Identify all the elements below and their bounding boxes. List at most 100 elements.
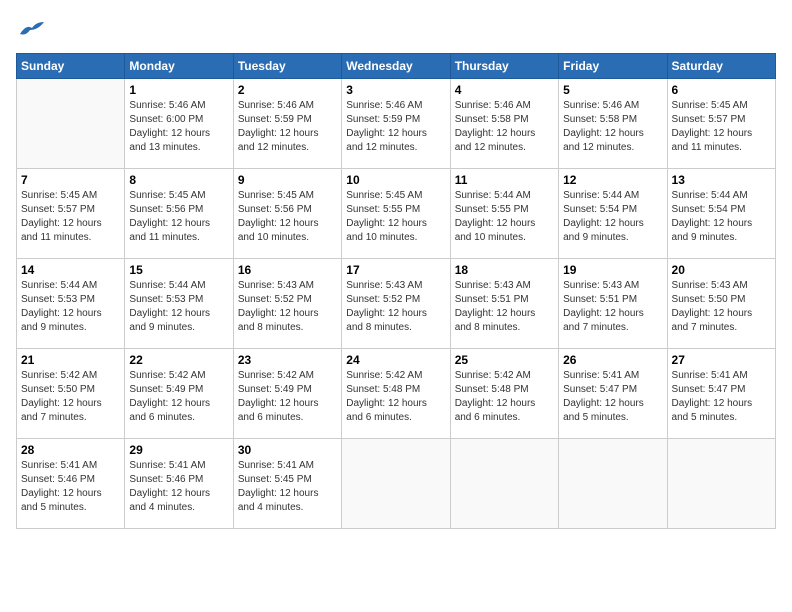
calendar-cell: 5Sunrise: 5:46 AM Sunset: 5:58 PM Daylig… bbox=[559, 79, 667, 169]
day-number: 11 bbox=[455, 173, 554, 187]
calendar-cell: 28 Sunrise: 5:41 AM Sunset: 5:46 PM Dayli… bbox=[17, 439, 125, 529]
day-info: Sunrise: 5:46 AM Sunset: 5:58 PM Dayligh… bbox=[455, 99, 554, 155]
day-number: 26 bbox=[563, 353, 662, 367]
day-number: 14 bbox=[21, 263, 120, 277]
day-number: 2 bbox=[238, 83, 337, 97]
weekday-header-tuesday: Tuesday bbox=[233, 54, 341, 79]
day-info: Sunrise: 5:42 AM Sunset: 5:48 PM Dayligh… bbox=[455, 369, 554, 425]
page-header bbox=[16, 16, 776, 41]
calendar-body: 1 Sunrise: 5:46 AM Sunset: 6:00 PM Daylig… bbox=[17, 79, 776, 529]
weekday-header-sunday: Sunday bbox=[17, 54, 125, 79]
calendar-cell bbox=[342, 439, 450, 529]
weekday-header-monday: Monday bbox=[125, 54, 233, 79]
day-info: Sunrise: 5:45 AM Sunset: 5:57 PM Dayligh… bbox=[672, 99, 771, 155]
calendar-cell: 29Sunrise: 5:41 AM Sunset: 5:46 PM Dayli… bbox=[125, 439, 233, 529]
calendar-cell bbox=[667, 439, 775, 529]
calendar-week-row: 1 Sunrise: 5:46 AM Sunset: 6:00 PM Daylig… bbox=[17, 79, 776, 169]
calendar-cell: 23 Sunrise: 5:42 AM Sunset: 5:49 PM Dayli… bbox=[233, 349, 341, 439]
day-info: Sunrise: 5:44 AM Sunset: 5:53 PM Dayligh… bbox=[21, 279, 120, 335]
day-info: Sunrise: 5:42 AM Sunset: 5:49 PM Dayligh… bbox=[129, 369, 228, 425]
day-number: 9 bbox=[238, 173, 337, 187]
calendar-cell: 27Sunrise: 5:41 AM Sunset: 5:47 PM Dayli… bbox=[667, 349, 775, 439]
day-number: 12 bbox=[563, 173, 662, 187]
day-info: Sunrise: 5:44 AM Sunset: 5:54 PM Dayligh… bbox=[672, 189, 771, 245]
day-number: 18 bbox=[455, 263, 554, 277]
weekday-header-wednesday: Wednesday bbox=[342, 54, 450, 79]
calendar-cell: 22 Sunrise: 5:42 AM Sunset: 5:49 PM Dayli… bbox=[125, 349, 233, 439]
day-info: Sunrise: 5:43 AM Sunset: 5:52 PM Dayligh… bbox=[238, 279, 337, 335]
day-info: Sunrise: 5:44 AM Sunset: 5:54 PM Dayligh… bbox=[563, 189, 662, 245]
calendar-cell: 16 Sunrise: 5:43 AM Sunset: 5:52 PM Dayli… bbox=[233, 259, 341, 349]
weekday-header-thursday: Thursday bbox=[450, 54, 558, 79]
logo bbox=[16, 16, 44, 41]
day-info: Sunrise: 5:41 AM Sunset: 5:47 PM Dayligh… bbox=[563, 369, 662, 425]
day-number: 19 bbox=[563, 263, 662, 277]
day-info: Sunrise: 5:46 AM Sunset: 5:58 PM Dayligh… bbox=[563, 99, 662, 155]
weekday-header-saturday: Saturday bbox=[667, 54, 775, 79]
day-info: Sunrise: 5:45 AM Sunset: 5:56 PM Dayligh… bbox=[238, 189, 337, 245]
day-info: Sunrise: 5:43 AM Sunset: 5:51 PM Dayligh… bbox=[455, 279, 554, 335]
calendar-cell: 18 Sunrise: 5:43 AM Sunset: 5:51 PM Dayli… bbox=[450, 259, 558, 349]
day-info: Sunrise: 5:44 AM Sunset: 5:53 PM Dayligh… bbox=[129, 279, 228, 335]
day-info: Sunrise: 5:42 AM Sunset: 5:50 PM Dayligh… bbox=[21, 369, 120, 425]
calendar-week-row: 14 Sunrise: 5:44 AM Sunset: 5:53 PM Dayli… bbox=[17, 259, 776, 349]
day-number: 8 bbox=[129, 173, 228, 187]
day-number: 25 bbox=[455, 353, 554, 367]
day-number: 13 bbox=[672, 173, 771, 187]
weekday-header-friday: Friday bbox=[559, 54, 667, 79]
calendar-cell bbox=[17, 79, 125, 169]
calendar-cell: 10 Sunrise: 5:45 AM Sunset: 5:55 PM Dayli… bbox=[342, 169, 450, 259]
day-info: Sunrise: 5:44 AM Sunset: 5:55 PM Dayligh… bbox=[455, 189, 554, 245]
calendar-header-row: SundayMondayTuesdayWednesdayThursdayFrid… bbox=[17, 54, 776, 79]
calendar-table: SundayMondayTuesdayWednesdayThursdayFrid… bbox=[16, 53, 776, 529]
calendar-cell: 6 Sunrise: 5:45 AM Sunset: 5:57 PM Daylig… bbox=[667, 79, 775, 169]
day-info: Sunrise: 5:42 AM Sunset: 5:49 PM Dayligh… bbox=[238, 369, 337, 425]
day-info: Sunrise: 5:41 AM Sunset: 5:46 PM Dayligh… bbox=[21, 459, 120, 515]
calendar-week-row: 21Sunrise: 5:42 AM Sunset: 5:50 PM Dayli… bbox=[17, 349, 776, 439]
calendar-cell: 9 Sunrise: 5:45 AM Sunset: 5:56 PM Daylig… bbox=[233, 169, 341, 259]
calendar-week-row: 28 Sunrise: 5:41 AM Sunset: 5:46 PM Dayli… bbox=[17, 439, 776, 529]
calendar-cell: 1 Sunrise: 5:46 AM Sunset: 6:00 PM Daylig… bbox=[125, 79, 233, 169]
day-number: 22 bbox=[129, 353, 228, 367]
day-number: 6 bbox=[672, 83, 771, 97]
day-info: Sunrise: 5:46 AM Sunset: 5:59 PM Dayligh… bbox=[238, 99, 337, 155]
logo-bird-icon bbox=[18, 20, 44, 40]
calendar-cell: 26 Sunrise: 5:41 AM Sunset: 5:47 PM Dayli… bbox=[559, 349, 667, 439]
day-number: 7 bbox=[21, 173, 120, 187]
day-number: 17 bbox=[346, 263, 445, 277]
calendar-cell: 13 Sunrise: 5:44 AM Sunset: 5:54 PM Dayli… bbox=[667, 169, 775, 259]
day-info: Sunrise: 5:43 AM Sunset: 5:50 PM Dayligh… bbox=[672, 279, 771, 335]
day-number: 28 bbox=[21, 443, 120, 457]
day-info: Sunrise: 5:43 AM Sunset: 5:52 PM Dayligh… bbox=[346, 279, 445, 335]
calendar-cell bbox=[450, 439, 558, 529]
calendar-cell: 14 Sunrise: 5:44 AM Sunset: 5:53 PM Dayli… bbox=[17, 259, 125, 349]
day-number: 10 bbox=[346, 173, 445, 187]
day-info: Sunrise: 5:45 AM Sunset: 5:55 PM Dayligh… bbox=[346, 189, 445, 245]
calendar-cell bbox=[559, 439, 667, 529]
calendar-cell: 12 Sunrise: 5:44 AM Sunset: 5:54 PM Dayli… bbox=[559, 169, 667, 259]
calendar-cell: 25 Sunrise: 5:42 AM Sunset: 5:48 PM Dayli… bbox=[450, 349, 558, 439]
calendar-cell: 20Sunrise: 5:43 AM Sunset: 5:50 PM Dayli… bbox=[667, 259, 775, 349]
day-number: 24 bbox=[346, 353, 445, 367]
day-number: 1 bbox=[129, 83, 228, 97]
calendar-cell: 17 Sunrise: 5:43 AM Sunset: 5:52 PM Dayli… bbox=[342, 259, 450, 349]
calendar-cell: 8Sunrise: 5:45 AM Sunset: 5:56 PM Daylig… bbox=[125, 169, 233, 259]
calendar-cell: 4 Sunrise: 5:46 AM Sunset: 5:58 PM Daylig… bbox=[450, 79, 558, 169]
calendar-cell: 15Sunrise: 5:44 AM Sunset: 5:53 PM Dayli… bbox=[125, 259, 233, 349]
day-number: 30 bbox=[238, 443, 337, 457]
day-info: Sunrise: 5:46 AM Sunset: 5:59 PM Dayligh… bbox=[346, 99, 445, 155]
day-number: 4 bbox=[455, 83, 554, 97]
day-number: 23 bbox=[238, 353, 337, 367]
calendar-week-row: 7 Sunrise: 5:45 AM Sunset: 5:57 PM Daylig… bbox=[17, 169, 776, 259]
calendar-cell: 19 Sunrise: 5:43 AM Sunset: 5:51 PM Dayli… bbox=[559, 259, 667, 349]
calendar-cell: 7 Sunrise: 5:45 AM Sunset: 5:57 PM Daylig… bbox=[17, 169, 125, 259]
calendar-cell: 21Sunrise: 5:42 AM Sunset: 5:50 PM Dayli… bbox=[17, 349, 125, 439]
calendar-cell: 11 Sunrise: 5:44 AM Sunset: 5:55 PM Dayli… bbox=[450, 169, 558, 259]
day-info: Sunrise: 5:46 AM Sunset: 6:00 PM Dayligh… bbox=[129, 99, 228, 155]
day-info: Sunrise: 5:43 AM Sunset: 5:51 PM Dayligh… bbox=[563, 279, 662, 335]
day-info: Sunrise: 5:45 AM Sunset: 5:57 PM Dayligh… bbox=[21, 189, 120, 245]
day-number: 16 bbox=[238, 263, 337, 277]
day-number: 3 bbox=[346, 83, 445, 97]
day-info: Sunrise: 5:41 AM Sunset: 5:47 PM Dayligh… bbox=[672, 369, 771, 425]
calendar-cell: 2 Sunrise: 5:46 AM Sunset: 5:59 PM Daylig… bbox=[233, 79, 341, 169]
